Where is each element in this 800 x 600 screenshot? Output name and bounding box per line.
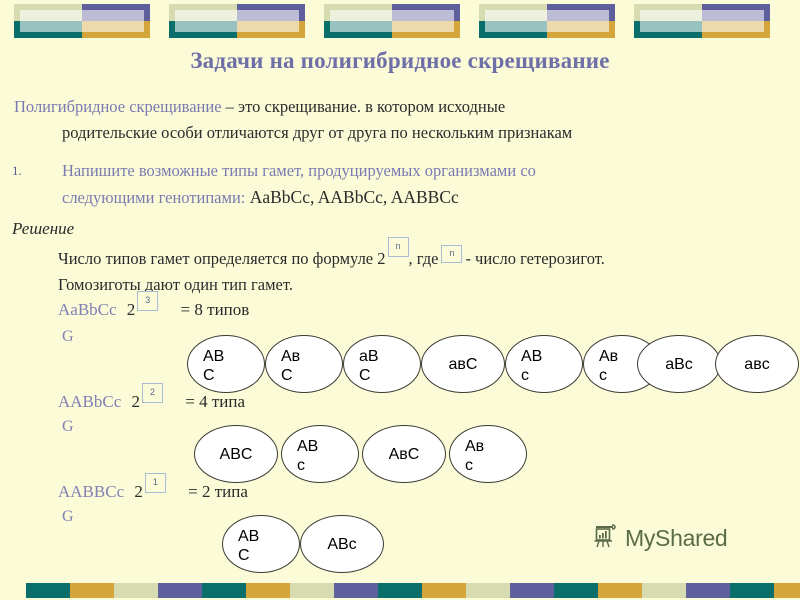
gamete-text-1-0: ABC	[219, 446, 253, 463]
myshared-watermark-text: MyShared	[625, 525, 728, 551]
gamete-ellipse-0-1: Aв C	[265, 335, 343, 393]
top-decor-block	[14, 4, 150, 38]
formula-line2: Гомозиготы дают один тип гамет.	[58, 275, 293, 294]
gamete-line1: Aв	[465, 438, 485, 455]
gamete-line2: с	[465, 457, 473, 474]
gamete-text-0-4: AB с	[521, 347, 542, 385]
bottom-decor-block	[26, 583, 114, 598]
gamete-ellipse-2-1: ABc	[300, 515, 384, 573]
intro-paragraph: Полигибридное скрещивание – это скрещива…	[14, 94, 784, 146]
gamete-ellipse-1-2: AвC	[362, 425, 446, 483]
case-gamete-label-0: G	[62, 328, 74, 345]
gamete-line2: C	[203, 367, 215, 384]
case-result-2: = 2 типа	[188, 482, 248, 501]
gamete-ellipse-0-7: aвc	[715, 335, 799, 393]
case-genotype-1: AABbCc	[58, 392, 122, 411]
gamete-line1: AB	[238, 528, 260, 545]
myshared-watermark: MyShared	[592, 523, 728, 554]
item1-line2-prompt: следующими генотипами:	[62, 188, 246, 207]
formula-variable-box: n	[441, 245, 463, 263]
bottom-decor-block	[466, 583, 554, 598]
presentation-chart-icon	[592, 523, 618, 554]
gamete-ellipse-0-4: AB с	[505, 335, 583, 393]
formula-exponent-box: n	[387, 237, 409, 257]
bottom-decor-block	[554, 583, 642, 598]
gamete-line2: с	[521, 367, 529, 384]
bottom-decor-block	[114, 583, 202, 598]
gamete-line1: aB	[359, 348, 379, 365]
gamete-ellipse-1-3: Aв с	[449, 425, 527, 483]
top-decor-block	[169, 4, 305, 38]
case-exponent-1: 2	[142, 383, 164, 403]
gamete-text-0-0: AB C	[203, 347, 224, 385]
case-row-0: AaBbCc 23 = 8 типов	[58, 291, 250, 320]
bottom-decor-block	[290, 583, 378, 598]
gamete-ellipse-0-6: aBc	[637, 335, 721, 393]
case-result-1: = 4 типа	[185, 392, 246, 411]
case-exponent-0: 3	[137, 291, 159, 311]
gamete-ellipse-1-1: AB с	[281, 425, 359, 483]
gamete-line1: AB	[521, 348, 543, 365]
item1-number: 1.	[12, 163, 22, 178]
top-decor-block	[324, 4, 460, 38]
gamete-ellipse-1-0: ABC	[194, 425, 278, 483]
solution-formula-block: Число типов гамет определяется по формул…	[58, 237, 798, 298]
top-decor-block	[634, 4, 770, 38]
case-gamete-label-2: G	[62, 508, 74, 525]
case-result-0: = 8 типов	[180, 300, 250, 319]
formula-suffix: - число гетерозигот.	[465, 249, 605, 268]
page-title: Задачи на полигибридное скрещивание	[190, 48, 610, 73]
gamete-line2: C	[281, 367, 293, 384]
case-gamete-label-1: G	[62, 418, 74, 435]
gamete-text-0-3: aвC	[448, 356, 478, 373]
intro-line2: родительские особи отличаются друг от др…	[62, 123, 573, 142]
case-row-1: AABbCc 22 = 4 типа	[58, 383, 246, 412]
item1-genotypes: AaBbCc, AABbCc, AABBCc	[245, 187, 459, 207]
gamete-ellipse-0-2: aB C	[343, 335, 421, 393]
item1-line1: Напишите возможные типы гамет, продуциру…	[62, 161, 536, 180]
case-exponent-2: 1	[144, 473, 166, 493]
gamete-line1: Aв	[599, 348, 619, 365]
case-base-0: 2	[126, 300, 136, 319]
gamete-text-0-6: aBc	[665, 356, 693, 373]
gamete-text-0-5: Aв с	[599, 347, 618, 385]
gamete-text-1-3: Aв с	[465, 437, 484, 475]
gamete-ellipse-2-0: AB C	[222, 515, 300, 573]
gamete-line2: с	[599, 367, 607, 384]
case-genotype-0: AaBbCc	[58, 300, 117, 319]
gamete-line2: с	[297, 457, 305, 474]
formula-mid: , где	[408, 249, 439, 268]
item1-line2: следующими генотипами: AaBbCc, AABbCc, A…	[62, 184, 792, 211]
intro-line1-rest: – это скрещивание. в котором исходные	[221, 97, 506, 116]
gamete-line2: C	[238, 547, 250, 564]
gamete-text-2-1: ABc	[327, 536, 357, 553]
gamete-line1: AB	[203, 348, 225, 365]
item1-text: Напишите возможные типы гамет, продуциру…	[62, 158, 792, 211]
gamete-text-0-1: Aв C	[281, 347, 300, 385]
case-base-2: 2	[134, 482, 143, 501]
formula-prefix: Число типов гамет определяется по формул…	[58, 249, 386, 268]
gamete-ellipse-0-0: AB C	[187, 335, 265, 393]
bottom-decor-block	[202, 583, 290, 598]
gamete-ellipse-0-3: aвC	[421, 335, 505, 393]
case-base-1: 2	[131, 392, 141, 411]
case-genotype-2: AABBCc	[58, 482, 125, 501]
gamete-text-1-2: AвC	[388, 446, 420, 463]
bottom-decor-block	[642, 583, 730, 598]
bottom-decorative-band	[0, 578, 800, 600]
gamete-text-0-7: aвc	[744, 356, 770, 373]
bottom-decor-block	[730, 583, 800, 598]
top-decor-block	[479, 4, 615, 38]
gamete-text-0-2: aB C	[359, 347, 379, 385]
intro-term: Полигибридное скрещивание	[14, 97, 222, 116]
solution-heading: Решение	[12, 219, 75, 238]
bottom-decor-block	[378, 583, 466, 598]
case-row-2: AABBCc 21 = 2 типа	[58, 473, 248, 502]
gamete-line1: AB	[297, 438, 319, 455]
top-decorative-band	[0, 0, 800, 44]
gamete-text-1-1: AB с	[297, 437, 318, 475]
gamete-text-2-0: AB C	[238, 527, 259, 565]
gamete-line2: C	[359, 367, 371, 384]
gamete-line1: Aв	[281, 348, 301, 365]
